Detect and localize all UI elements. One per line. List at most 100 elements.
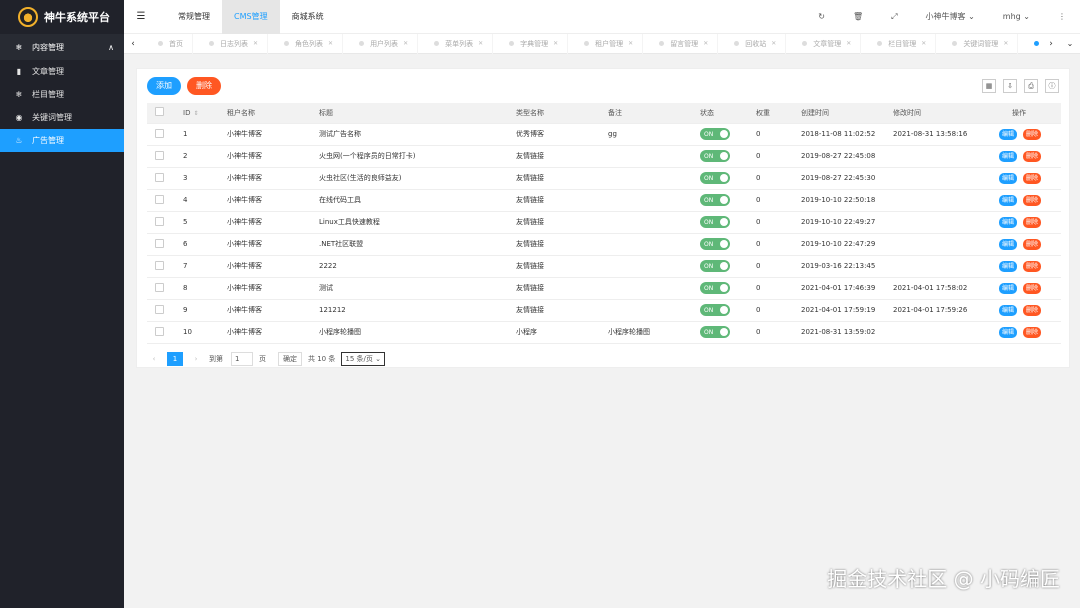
page-input[interactable]: 1 xyxy=(231,351,253,366)
status-toggle[interactable]: ON xyxy=(700,282,730,294)
extra-menu[interactable]: mhg ⌄ xyxy=(989,12,1044,21)
sidebar-item-keywords[interactable]: ◉ 关键词管理 xyxy=(0,106,124,129)
row-checkbox[interactable] xyxy=(155,238,164,248)
tab-item[interactable]: 栏目管理 ✕ xyxy=(861,33,937,54)
status-toggle[interactable]: ON xyxy=(700,238,730,250)
row-checkbox[interactable] xyxy=(155,216,164,226)
tabs-scroll-right-icon[interactable]: › xyxy=(1042,39,1060,49)
menu-toggle-icon[interactable]: ☰ xyxy=(124,11,158,22)
row-delete-button[interactable]: 删除 xyxy=(1023,304,1042,316)
row-delete-button[interactable]: 删除 xyxy=(1023,172,1042,184)
status-toggle[interactable]: ON xyxy=(700,216,730,228)
row-delete-button[interactable]: 删除 xyxy=(1023,150,1042,162)
close-icon[interactable]: ✕ xyxy=(328,40,333,47)
status-toggle[interactable]: ON xyxy=(700,304,730,316)
tab-item[interactable]: 用户列表 ✕ xyxy=(343,33,419,54)
row-delete-button[interactable]: 删除 xyxy=(1023,326,1042,338)
close-icon[interactable]: ✕ xyxy=(628,40,633,47)
status-toggle[interactable]: ON xyxy=(700,194,730,206)
edit-button[interactable]: 编辑 xyxy=(998,150,1017,162)
row-checkbox[interactable] xyxy=(155,150,164,160)
close-icon[interactable]: ✕ xyxy=(253,40,258,47)
tab-item[interactable]: 回收站 ✕ xyxy=(718,33,787,54)
topnav-general[interactable]: 常规管理 xyxy=(166,0,222,34)
sidebar-group-content[interactable]: ❄ 内容管理 ∧ xyxy=(0,34,124,60)
tab-item[interactable]: 首页 xyxy=(142,33,193,54)
cell-title: 在线代码工具 xyxy=(311,189,508,212)
edit-button[interactable]: 编辑 xyxy=(998,128,1017,140)
edit-button[interactable]: 编辑 xyxy=(998,172,1017,184)
sort-icon[interactable]: ⇕ xyxy=(193,110,198,117)
delete-button[interactable]: 删除 xyxy=(187,77,221,95)
row-delete-button[interactable]: 删除 xyxy=(1023,128,1042,140)
edit-button[interactable]: 编辑 xyxy=(998,304,1017,316)
row-delete-button[interactable]: 删除 xyxy=(1023,282,1042,294)
status-toggle[interactable]: ON xyxy=(700,326,730,338)
status-toggle[interactable]: ON xyxy=(700,150,730,162)
row-checkbox[interactable] xyxy=(155,128,164,138)
status-toggle[interactable]: ON xyxy=(700,128,730,140)
close-icon[interactable]: ✕ xyxy=(478,40,483,47)
per-page-select[interactable]: 15 条/页 ⌄ xyxy=(341,351,385,366)
trash-icon[interactable]: 🗑 xyxy=(839,12,877,21)
close-icon[interactable]: ✕ xyxy=(1003,40,1008,47)
row-checkbox[interactable] xyxy=(155,194,164,204)
tab-item[interactable]: 角色列表 ✕ xyxy=(268,33,344,54)
header-id[interactable]: ID ⇕ xyxy=(175,103,219,124)
row-delete-button[interactable]: 删除 xyxy=(1023,260,1042,272)
close-icon[interactable]: ✕ xyxy=(846,40,851,47)
tab-item[interactable]: 租户管理 ✕ xyxy=(568,33,644,54)
tab-item[interactable]: 广告管理 xyxy=(1018,34,1042,54)
edit-button[interactable]: 编辑 xyxy=(998,194,1017,206)
sidebar-item-articles[interactable]: ▮ 文章管理 xyxy=(0,60,124,83)
info-icon[interactable]: ⓘ xyxy=(1045,79,1059,93)
add-button[interactable]: 添加 xyxy=(147,77,181,95)
tab-item[interactable]: 字典管理 ✕ xyxy=(493,33,569,54)
tab-item[interactable]: 文章管理 ✕ xyxy=(786,33,862,54)
edit-button[interactable]: 编辑 xyxy=(998,326,1017,338)
confirm-button[interactable]: 确定 xyxy=(278,351,302,366)
tabs-menu-icon[interactable]: ⌄ xyxy=(1060,39,1080,48)
row-checkbox[interactable] xyxy=(155,326,164,336)
close-icon[interactable]: ✕ xyxy=(703,40,708,47)
fullscreen-icon[interactable]: ⤢ xyxy=(877,12,911,22)
topnav-cms[interactable]: CMS管理 xyxy=(222,0,280,34)
status-toggle[interactable]: ON xyxy=(700,172,730,184)
more-vertical-icon[interactable]: ⋮ xyxy=(1044,12,1080,21)
cell-tenant: 小神牛博客 xyxy=(219,123,311,146)
sidebar-item-ads[interactable]: ♨ 广告管理 xyxy=(0,129,124,152)
app-logo[interactable]: 神牛系统平台 xyxy=(0,0,124,34)
edit-button[interactable]: 编辑 xyxy=(998,260,1017,272)
close-icon[interactable]: ✕ xyxy=(921,40,926,47)
edit-button[interactable]: 编辑 xyxy=(998,238,1017,250)
tabs-scroll-left-icon[interactable]: ‹ xyxy=(124,39,142,49)
status-toggle[interactable]: ON xyxy=(700,260,730,272)
close-icon[interactable]: ✕ xyxy=(771,40,776,47)
close-icon[interactable]: ✕ xyxy=(403,40,408,47)
edit-button[interactable]: 编辑 xyxy=(998,216,1017,228)
row-delete-button[interactable]: 删除 xyxy=(1023,216,1042,228)
tab-item[interactable]: 菜单列表 ✕ xyxy=(418,33,494,54)
close-icon[interactable]: ✕ xyxy=(553,40,558,47)
row-checkbox[interactable] xyxy=(155,304,164,314)
sidebar-item-columns[interactable]: ❄ 栏目管理 xyxy=(0,83,124,106)
next-page-icon[interactable]: › xyxy=(189,355,203,363)
current-page[interactable]: 1 xyxy=(167,351,183,366)
print-icon[interactable]: ⎙ xyxy=(1024,79,1038,93)
tab-item[interactable]: 日志列表 ✕ xyxy=(193,33,269,54)
edit-button[interactable]: 编辑 xyxy=(998,282,1017,294)
topnav-mall[interactable]: 商城系统 xyxy=(280,0,336,34)
columns-icon[interactable]: ▦ xyxy=(982,79,996,93)
select-all-checkbox[interactable] xyxy=(155,107,164,117)
row-checkbox[interactable] xyxy=(155,172,164,182)
row-checkbox[interactable] xyxy=(155,260,164,270)
user-menu[interactable]: 小神牛博客 ⌄ xyxy=(912,11,989,22)
tab-item[interactable]: 关键词管理 ✕ xyxy=(936,33,1019,54)
prev-page-icon[interactable]: ‹ xyxy=(147,355,161,363)
tab-item[interactable]: 留言管理 ✕ xyxy=(643,33,719,54)
refresh-icon[interactable]: ↻ xyxy=(804,12,839,21)
row-delete-button[interactable]: 删除 xyxy=(1023,238,1042,250)
row-checkbox[interactable] xyxy=(155,282,164,292)
row-delete-button[interactable]: 删除 xyxy=(1023,194,1042,206)
export-icon[interactable]: ⇩ xyxy=(1003,79,1017,93)
